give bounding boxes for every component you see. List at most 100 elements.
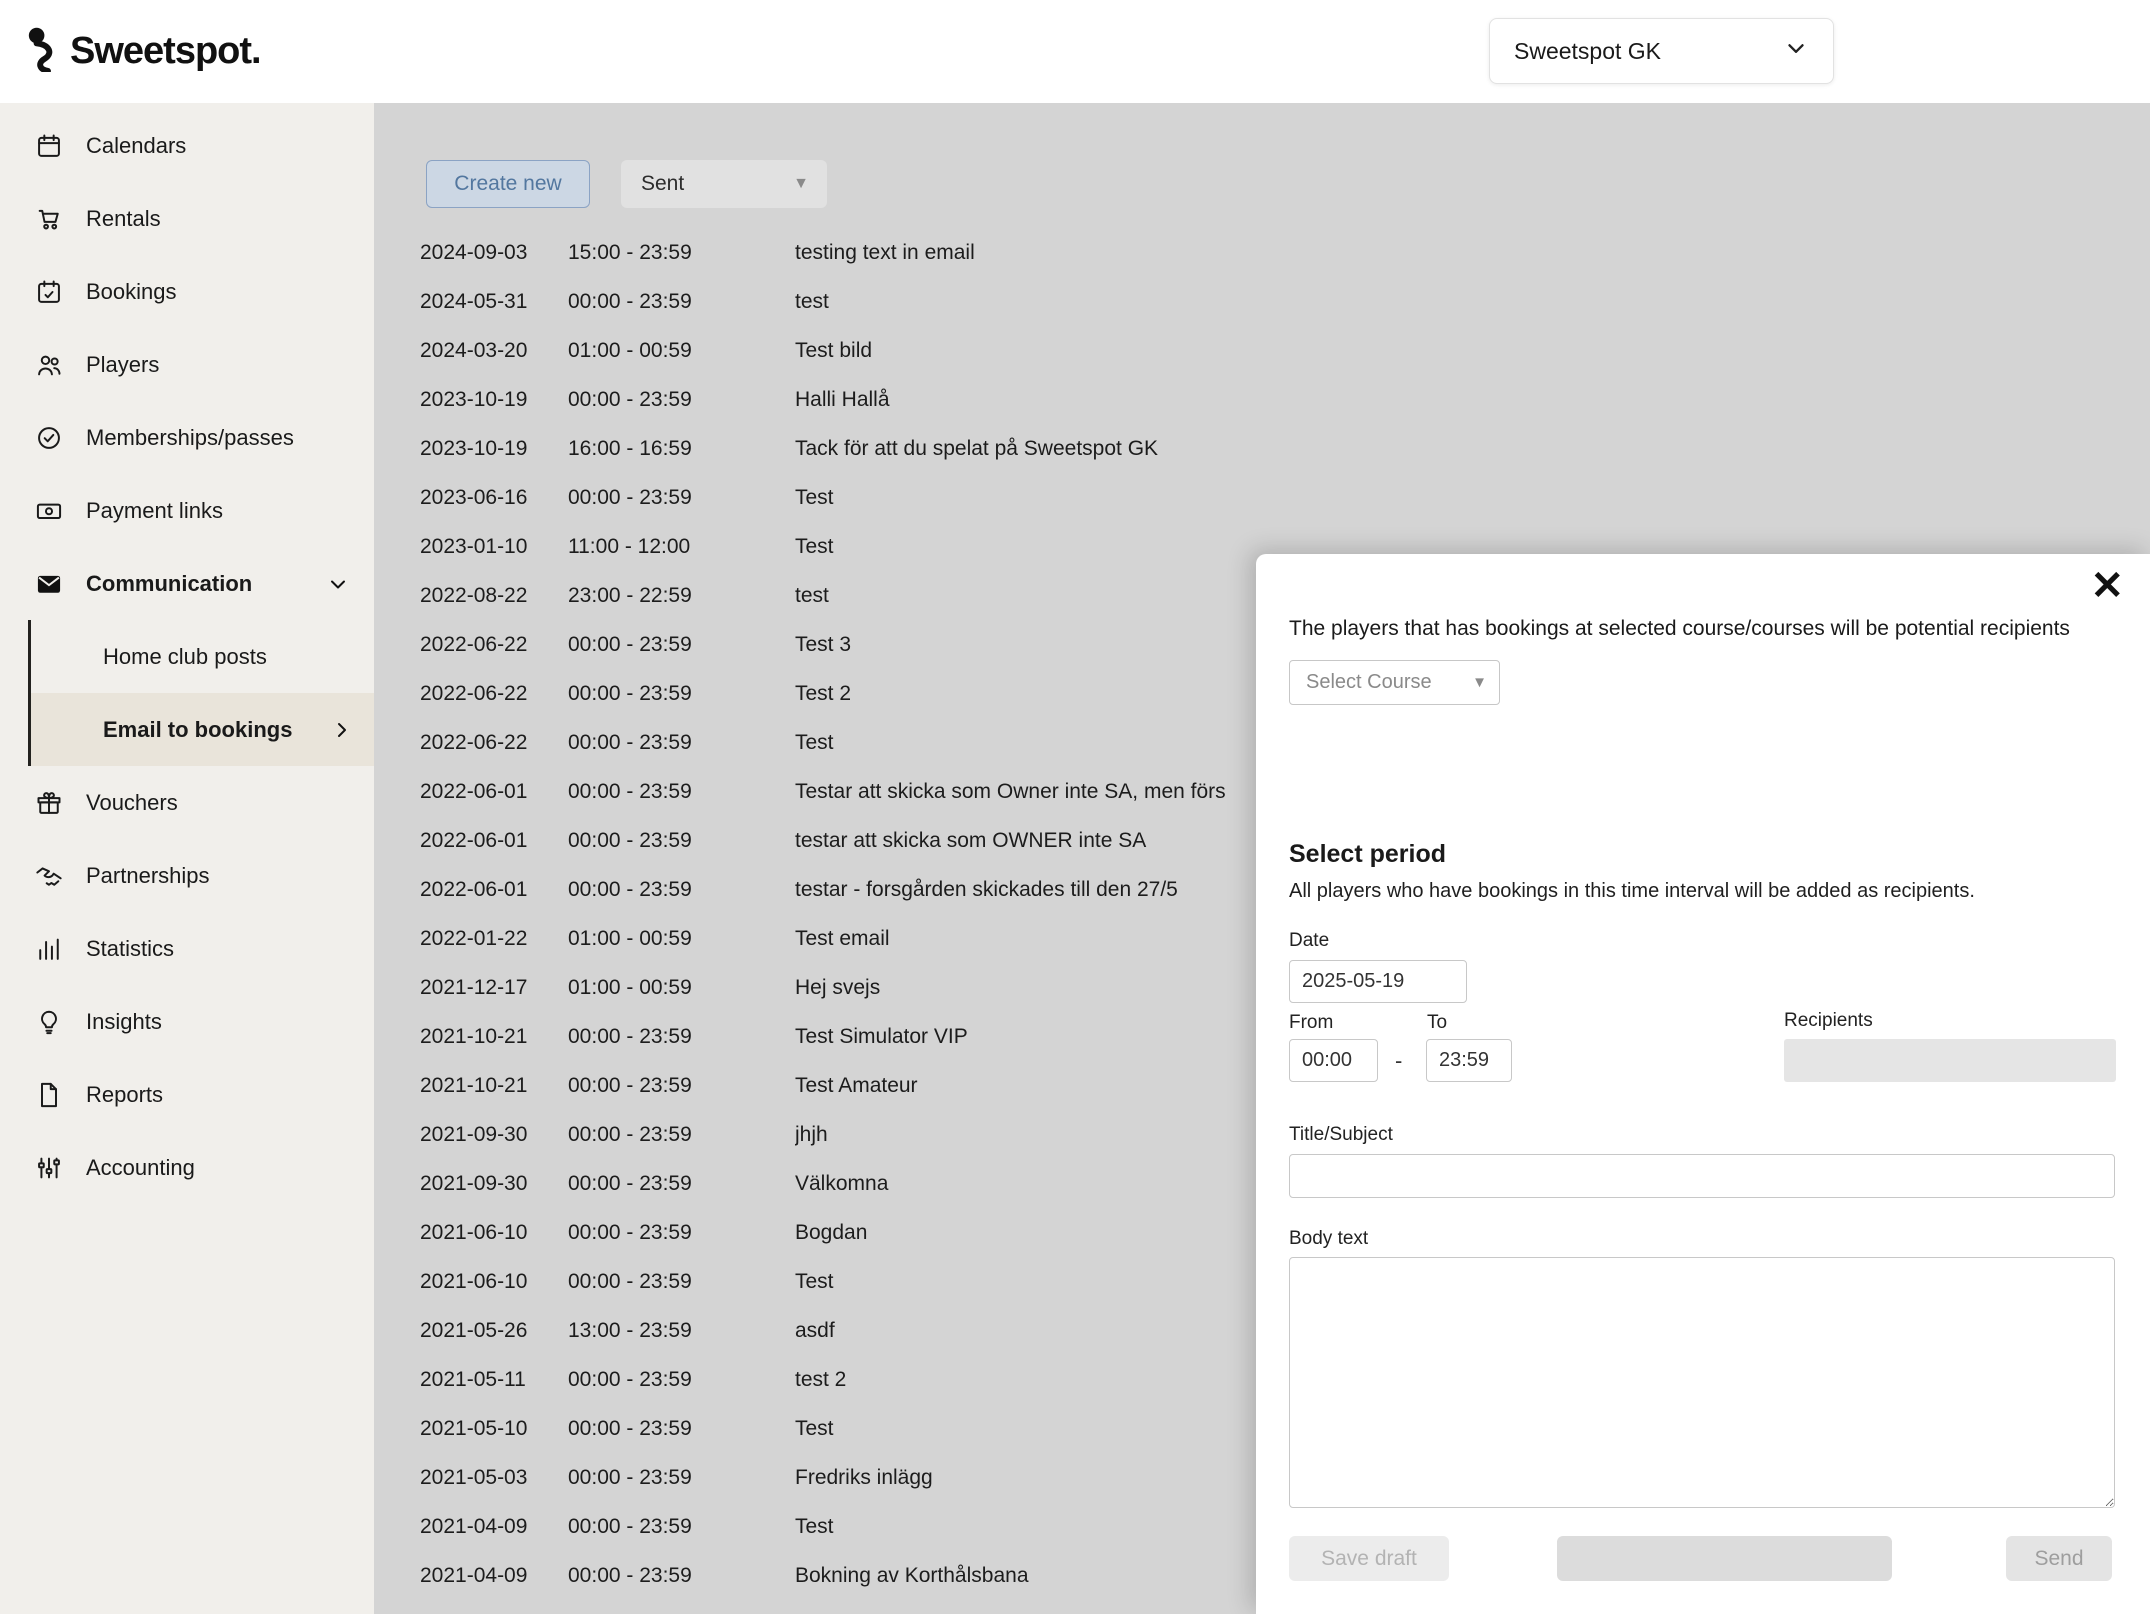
table-row[interactable]: 2023-10-1916:00 - 16:59Tack för att du s… [374, 424, 2150, 473]
email-subject: Test bild [795, 339, 2150, 363]
email-date: 2022-06-01 [420, 829, 568, 853]
status-filter-dropdown[interactable]: Sent ▼ [621, 160, 827, 208]
sidebar-item-players[interactable]: Players [0, 328, 374, 401]
email-time: 00:00 - 23:59 [568, 1417, 795, 1441]
email-time: 00:00 - 23:59 [568, 682, 795, 706]
sidebar-item-label: Reports [86, 1082, 350, 1108]
send-button[interactable]: Send [2006, 1536, 2112, 1581]
email-date: 2023-01-10 [420, 535, 568, 559]
table-row[interactable]: 2024-05-3100:00 - 23:59test [374, 277, 2150, 326]
sidebar-item-reports[interactable]: Reports [0, 1058, 374, 1131]
email-time: 00:00 - 23:59 [568, 1172, 795, 1196]
time-range-separator: - [1395, 1048, 1402, 1074]
email-time: 00:00 - 23:59 [568, 829, 795, 853]
email-time: 00:00 - 23:59 [568, 780, 795, 804]
title-subject-field[interactable] [1289, 1154, 2115, 1198]
email-date: 2021-09-30 [420, 1123, 568, 1147]
sweetspot-logo-icon [26, 26, 60, 77]
select-course-dropdown[interactable]: Select Course ▼ [1289, 660, 1500, 705]
date-field[interactable] [1289, 960, 1467, 1003]
club-selector-value: Sweetspot GK [1514, 38, 1661, 65]
email-time: 00:00 - 23:59 [568, 633, 795, 657]
email-date: 2022-06-01 [420, 780, 568, 804]
banknote-icon [34, 496, 64, 526]
email-time: 00:00 - 23:59 [568, 1564, 795, 1588]
to-label: To [1427, 1012, 1447, 1034]
sidebar-item-label: Statistics [86, 936, 350, 962]
recipients-label: Recipients [1784, 1010, 1873, 1032]
cart-icon [34, 204, 64, 234]
lightbulb-icon [34, 1007, 64, 1037]
handshake-icon [34, 861, 64, 891]
email-time: 01:00 - 00:59 [568, 339, 795, 363]
email-date: 2021-06-10 [420, 1221, 568, 1245]
email-date: 2022-06-22 [420, 633, 568, 657]
select-course-placeholder: Select Course [1306, 671, 1432, 694]
email-time: 00:00 - 23:59 [568, 878, 795, 902]
email-date: 2022-08-22 [420, 584, 568, 608]
sidebar-item-accounting[interactable]: Accounting [0, 1131, 374, 1204]
email-date: 2021-09-30 [420, 1172, 568, 1196]
chevron-down-icon: ▼ [793, 175, 809, 193]
sidebar-item-calendars[interactable]: Calendars [0, 109, 374, 182]
sidebar-item-label: Insights [86, 1009, 350, 1035]
recipients-field[interactable] [1784, 1039, 2116, 1082]
email-date: 2021-10-21 [420, 1074, 568, 1098]
table-row[interactable]: 2024-09-0315:00 - 23:59testing text in e… [374, 228, 2150, 277]
envelope-icon [34, 569, 64, 599]
close-icon[interactable]: ✕ [2090, 566, 2124, 606]
sidebar-item-bookings[interactable]: Bookings [0, 255, 374, 328]
sidebar-item-memberships-passes[interactable]: Memberships/passes [0, 401, 374, 474]
sweetspot-logo: Sweetspot. [26, 0, 261, 103]
email-date: 2021-04-09 [420, 1564, 568, 1588]
document-icon [34, 1080, 64, 1110]
sidebar-subitem-label: Home club posts [103, 644, 267, 670]
sidebar-item-partnerships[interactable]: Partnerships [0, 839, 374, 912]
sidebar-item-insights[interactable]: Insights [0, 985, 374, 1058]
sidebar-item-vouchers[interactable]: Vouchers [0, 766, 374, 839]
sidebar-item-payment-links[interactable]: Payment links [0, 474, 374, 547]
table-row[interactable]: 2023-10-1900:00 - 23:59Halli Hallå [374, 375, 2150, 424]
sidebar-item-communication[interactable]: Communication [0, 547, 374, 620]
gift-icon [34, 788, 64, 818]
table-row[interactable]: 2024-03-2001:00 - 00:59Test bild [374, 326, 2150, 375]
to-time-field[interactable] [1426, 1039, 1512, 1082]
email-date: 2021-10-21 [420, 1025, 568, 1049]
sidebar-item-statistics[interactable]: Statistics [0, 912, 374, 985]
save-draft-button[interactable]: Save draft [1289, 1536, 1449, 1581]
email-date: 2024-03-20 [420, 339, 568, 363]
table-row[interactable]: 2023-06-1600:00 - 23:59Test [374, 473, 2150, 522]
people-icon [34, 350, 64, 380]
communication-submenu: Home club posts Email to bookings [28, 620, 374, 766]
title-subject-label: Title/Subject [1289, 1124, 1393, 1146]
email-date: 2022-06-22 [420, 731, 568, 755]
sidebar-item-home-club-posts[interactable]: Home club posts [31, 620, 374, 693]
email-time: 23:00 - 22:59 [568, 584, 795, 608]
create-new-button[interactable]: Create new [426, 160, 590, 208]
email-date: 2023-10-19 [420, 388, 568, 412]
status-filter-value: Sent [641, 172, 684, 196]
from-time-field[interactable] [1289, 1039, 1378, 1082]
email-subject: Test [795, 486, 2150, 510]
sidebar-item-label: Accounting [86, 1155, 350, 1181]
email-date: 2022-01-22 [420, 927, 568, 951]
email-time: 00:00 - 23:59 [568, 1270, 795, 1294]
sidebar-item-rentals[interactable]: Rentals [0, 182, 374, 255]
secondary-action-button[interactable] [1557, 1536, 1892, 1581]
sidebar-subitem-label: Email to bookings [103, 717, 292, 743]
sidebar-item-label: Partnerships [86, 863, 350, 889]
chevron-right-icon [330, 718, 354, 742]
email-time: 00:00 - 23:59 [568, 388, 795, 412]
from-label: From [1289, 1012, 1333, 1034]
sidebar-item-label: Communication [86, 571, 304, 597]
email-time: 00:00 - 23:59 [568, 1368, 795, 1392]
email-subject: Halli Hallå [795, 388, 2150, 412]
club-selector-dropdown[interactable]: Sweetspot GK [1489, 18, 1834, 84]
sidebar-nav: Calendars RentalsBookingsPlayersMembershi… [0, 109, 374, 1204]
select-period-subtitle: All players who have bookings in this ti… [1289, 880, 1975, 903]
email-time: 00:00 - 23:59 [568, 1025, 795, 1049]
email-date: 2022-06-01 [420, 878, 568, 902]
body-text-field[interactable] [1289, 1257, 2115, 1508]
sidebar-item-label: Calendars [86, 133, 350, 159]
sidebar-item-email-to-bookings[interactable]: Email to bookings [31, 693, 374, 766]
